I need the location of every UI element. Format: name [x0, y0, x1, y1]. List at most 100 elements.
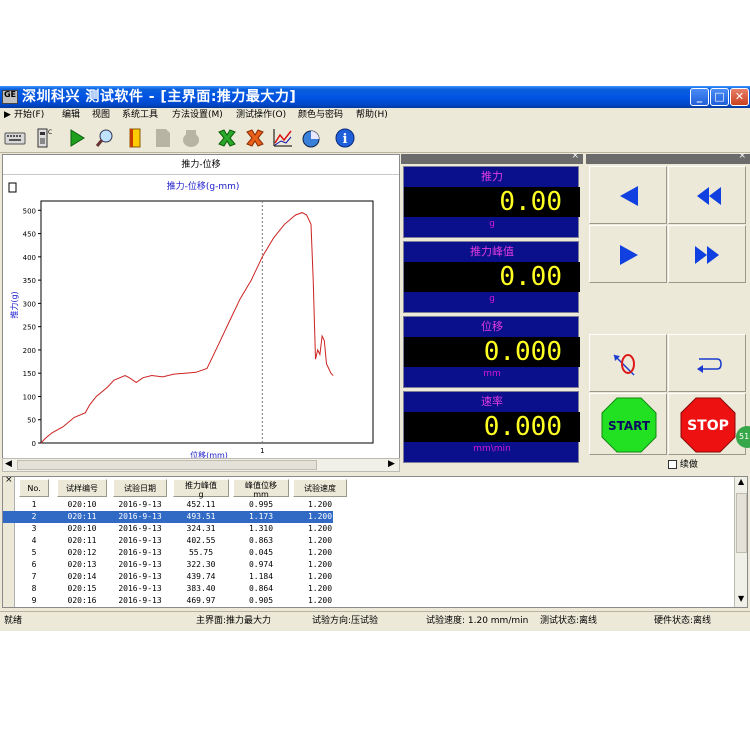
table-cell: 9 — [31, 596, 37, 605]
start-button[interactable]: START — [601, 397, 657, 453]
y-tick-label: 0 — [32, 440, 36, 448]
table-row[interactable]: 4 020:11 2016-9-13 402.55 0.863 1.200 — [3, 535, 333, 547]
menu-start-icon: ▶ — [4, 110, 11, 120]
col-header-speed[interactable]: 试验速度 — [293, 479, 347, 497]
table-cell: 020:16 — [67, 596, 97, 605]
table-cell: 1.200 — [307, 596, 333, 605]
table-cell: 0.905 — [248, 596, 274, 605]
close-button[interactable]: ✕ — [730, 88, 749, 106]
col-header-date[interactable]: 试验日期 — [113, 479, 167, 497]
green-x-icon[interactable] — [216, 127, 238, 149]
printer-icon[interactable]: C — [32, 127, 54, 149]
vertical-scrollbar[interactable]: ▲ ▼ — [734, 477, 747, 607]
table-cell: 1.200 — [307, 584, 333, 593]
continue-option[interactable]: 续做 — [668, 457, 698, 470]
readout-speed-label: 速率 — [481, 395, 503, 408]
scroll-right-icon[interactable]: ▶ — [388, 459, 395, 469]
title-bar[interactable]: GE 深圳科兴 测试软件 - [主界面:推力最大力] _ □ ✕ — [0, 86, 750, 108]
move-forward-button[interactable] — [589, 225, 667, 283]
minimize-button[interactable]: _ — [690, 88, 709, 106]
table-cell: 1.200 — [307, 560, 333, 569]
menu-system-tools[interactable]: 系统工具 — [122, 108, 158, 123]
table-row[interactable]: 7 020:14 2016-9-13 439.74 1.184 1.200 — [3, 571, 333, 583]
readout-panel-header: × — [401, 151, 583, 164]
readout-close-icon[interactable]: × — [571, 151, 579, 161]
readout-speed: 速率 0.000 mm\min — [403, 391, 580, 463]
pie-chart-icon[interactable] — [300, 127, 322, 149]
menu-edit[interactable]: 编辑 — [62, 108, 80, 123]
table-cell: 5 — [31, 548, 37, 557]
move-back-button[interactable] — [589, 166, 667, 224]
control-close-icon[interactable]: × — [738, 151, 746, 161]
table-cell: 402.55 — [186, 536, 216, 545]
table-cell: 7 — [31, 572, 37, 581]
table-cell: 452.11 — [186, 500, 216, 509]
col-header-peak-force[interactable]: 推力峰值 g — [173, 479, 229, 499]
readout-displacement-label: 位移 — [481, 320, 503, 333]
col-header-no[interactable]: No. — [19, 479, 49, 497]
table-cell: 2016-9-13 — [118, 536, 162, 545]
data-table: × No. 试样编号 试验日期 推力峰值 g 峰值位移 mm 试验速度 1 020… — [2, 476, 748, 608]
play-icon[interactable] — [66, 127, 88, 149]
maximize-button[interactable]: □ — [710, 88, 729, 106]
chart-icon[interactable] — [272, 127, 294, 149]
readout-panel: × 推力 0.00 g 推力峰值 0.00 g 位移 0.000 mm 速率 0… — [401, 151, 583, 472]
table-cell: 1.200 — [307, 536, 333, 545]
arrow-left-icon — [620, 186, 638, 206]
table-cell: 439.74 — [186, 572, 216, 581]
table-cell: 1.200 — [307, 572, 333, 581]
fast-back-button[interactable] — [668, 166, 746, 224]
magnifier-icon[interactable] — [94, 127, 116, 149]
scroll-thumb[interactable] — [17, 460, 317, 470]
scroll-down-icon[interactable]: ▼ — [738, 594, 744, 603]
table-cell: 2016-9-13 — [118, 572, 162, 581]
menu-view[interactable]: 视图 — [92, 108, 110, 123]
table-cell: 1.200 — [307, 500, 333, 509]
col-header-peak-displacement[interactable]: 峰值位移 mm — [233, 479, 289, 499]
toolbar: C i — [0, 123, 750, 153]
menu-method-settings[interactable]: 方法设置(M) — [172, 108, 223, 123]
horizontal-scrollbar[interactable]: ◀ ▶ — [2, 458, 400, 472]
menu-help[interactable]: 帮助(H) — [356, 108, 388, 123]
keyboard-icon[interactable] — [4, 127, 26, 149]
readout-force: 推力 0.00 g — [403, 166, 580, 238]
table-row[interactable]: 5 020:12 2016-9-13 55.75 0.045 1.200 — [3, 547, 333, 559]
y-tick-label: 350 — [23, 277, 36, 285]
table-row[interactable]: 8 020:15 2016-9-13 383.40 0.864 1.200 — [3, 583, 333, 595]
chart-tab[interactable]: 推力-位移 — [3, 155, 399, 175]
book-icon[interactable] — [124, 127, 146, 149]
table-cell: 020:13 — [67, 560, 97, 569]
col-header-sample-id[interactable]: 试样编号 — [57, 479, 107, 497]
table-cell: 4 — [31, 536, 37, 545]
svg-text:i: i — [343, 132, 348, 147]
table-row[interactable]: 2 020:11 2016-9-13 493.51 1.173 1.200 — [3, 511, 333, 523]
scroll-up-icon[interactable]: ▲ — [738, 477, 744, 486]
zero-button[interactable] — [589, 334, 667, 392]
y-tick-label: 500 — [23, 207, 36, 215]
return-button[interactable] — [668, 334, 746, 392]
menu-test-operations[interactable]: 测试操作(O) — [236, 108, 286, 123]
menu-file[interactable]: 开始(F) — [14, 108, 44, 123]
vscroll-thumb[interactable] — [736, 493, 747, 553]
control-panel-header: × — [586, 151, 750, 164]
table-close-icon[interactable]: × — [5, 477, 13, 485]
status-direction: 试验方向:压试验 — [312, 616, 379, 626]
app-logo-icon: GE — [2, 90, 18, 104]
menu-color-password[interactable]: 颜色与密码 — [298, 108, 343, 123]
table-row[interactable]: 3 020:10 2016-9-13 324.31 1.310 1.200 — [3, 523, 333, 535]
stop-button-cell: STOP — [668, 393, 746, 455]
table-cell: 020:15 — [67, 584, 97, 593]
plot-area — [40, 200, 374, 444]
stop-button[interactable]: STOP — [680, 397, 736, 453]
table-cell: 2016-9-13 — [118, 584, 162, 593]
readout-force-label: 推力 — [481, 170, 503, 183]
table-row[interactable]: 9 020:16 2016-9-13 469.97 0.905 1.200 — [3, 595, 333, 607]
table-cell: 2016-9-13 — [118, 560, 162, 569]
orange-x-icon[interactable] — [244, 127, 266, 149]
info-icon[interactable]: i — [334, 127, 356, 149]
fast-forward-button[interactable] — [668, 225, 746, 283]
table-row[interactable]: 1 020:10 2016-9-13 452.11 0.995 1.200 — [3, 499, 333, 511]
table-row[interactable]: 6 020:13 2016-9-13 322.30 0.974 1.200 — [3, 559, 333, 571]
scroll-left-icon[interactable]: ◀ — [5, 459, 12, 469]
continue-checkbox[interactable] — [668, 460, 677, 469]
